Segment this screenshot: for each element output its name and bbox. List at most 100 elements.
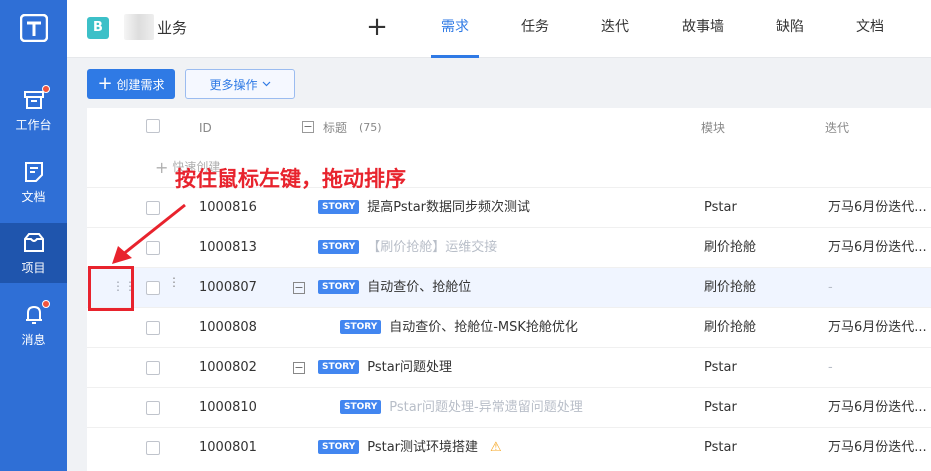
row-title[interactable]: STORY 提高Pstar数据同步频次测试	[318, 188, 530, 228]
tab-requirements[interactable]: 需求	[431, 0, 479, 58]
row-checkbox[interactable]	[146, 361, 160, 375]
tab-story-wall[interactable]: 故事墙	[671, 0, 735, 58]
left-sidebar: 工作台 文档 项目 消息	[0, 0, 67, 471]
column-iteration[interactable]: 迭代	[825, 108, 849, 148]
story-tag: STORY	[318, 279, 360, 294]
row-checkbox[interactable]	[146, 441, 160, 455]
annotation-text: 按住鼠标左键，拖动排序	[175, 167, 406, 191]
row-iteration: 万马6月份迭代...	[828, 200, 927, 215]
row-title[interactable]: STORY Pstar问题处理-异常遗留问题处理	[340, 388, 583, 428]
row-title-text: 自动查价、抢舱位-MSK抢舱优化	[389, 320, 578, 335]
row-title-text: Pstar测试环境搭建	[367, 440, 479, 455]
create-requirement-label: 创建需求	[116, 77, 165, 92]
row-title-text: Pstar问题处理-异常遗留问题处理	[389, 400, 583, 415]
more-actions-label: 更多操作	[209, 77, 258, 92]
story-tag: STORY	[318, 439, 360, 454]
sidebar-item-label: 消息	[21, 332, 46, 347]
row-title-text: 【刷价抢舱】运维交接	[367, 240, 498, 255]
title-count: (75)	[359, 121, 382, 134]
row-title-text: Pstar问题处理	[367, 360, 453, 375]
table-row[interactable]: 1000816 STORY 提高Pstar数据同步频次测试 Pstar 万马6月份…	[87, 187, 931, 227]
row-module: 刷价抢舱	[704, 280, 757, 295]
collapse-all-icon[interactable]: −	[302, 121, 314, 133]
row-title-text: 提高Pstar数据同步频次测试	[367, 200, 531, 215]
row-module: 刷价抢舱	[704, 240, 757, 255]
row-iteration: -	[828, 360, 833, 375]
plus-icon: +	[97, 73, 113, 94]
table-row[interactable]: 1000802 − STORY Pstar问题处理 Pstar -	[87, 347, 931, 387]
annotation-highlight-box	[88, 266, 134, 311]
row-iteration: 万马6月份迭代...	[828, 440, 927, 455]
row-module: Pstar	[704, 360, 737, 375]
table-header: ID − 标题 (75) 模块 迭代	[87, 108, 931, 148]
inbox-icon	[22, 84, 50, 112]
collapse-icon[interactable]: −	[293, 362, 305, 374]
row-module: Pstar	[704, 440, 737, 455]
document-icon	[22, 160, 46, 184]
sidebar-item-label: 项目	[21, 260, 46, 275]
table-row[interactable]: 1000807 − STORY 自动查价、抢舱位 刷价抢舱 -	[87, 267, 931, 307]
annotation-arrow-icon	[112, 203, 186, 264]
redacted-project-name	[124, 14, 154, 40]
sidebar-item-projects[interactable]: 项目	[0, 223, 67, 283]
row-title[interactable]: STORY 【刷价抢舱】运维交接	[318, 228, 497, 268]
row-module: Pstar	[704, 200, 737, 215]
project-name[interactable]: 业务	[157, 17, 187, 39]
tab-docs[interactable]: 文档	[846, 0, 894, 58]
row-id: 1000808	[199, 320, 257, 335]
table-row[interactable]: 1000810 STORY Pstar问题处理-异常遗留问题处理 Pstar 万马…	[87, 387, 931, 427]
project-avatar[interactable]: B	[87, 17, 109, 39]
sidebar-item-label: 文档	[21, 189, 46, 204]
chevron-down-icon	[262, 81, 270, 87]
story-tag: STORY	[318, 359, 360, 374]
row-checkbox[interactable]	[146, 321, 160, 335]
row-checkbox[interactable]	[146, 401, 160, 415]
sidebar-item-messages[interactable]: 消息	[0, 295, 67, 355]
row-title-text: 自动查价、抢舱位	[367, 280, 472, 295]
row-id: 1000813	[199, 240, 257, 255]
select-all-checkbox[interactable]	[146, 119, 160, 133]
row-title[interactable]: STORY Pstar测试环境搭建 ⚠	[318, 428, 502, 468]
row-id: 1000816	[199, 200, 257, 215]
more-actions-dropdown[interactable]: 更多操作	[185, 69, 295, 99]
notification-dot	[41, 84, 50, 93]
story-tag: STORY	[340, 399, 382, 414]
row-title[interactable]: STORY 自动查价、抢舱位-MSK抢舱优化	[340, 308, 578, 348]
notification-dot	[41, 299, 50, 308]
row-more-icon[interactable]: ⋮	[168, 276, 180, 288]
row-iteration: -	[828, 280, 833, 295]
column-module[interactable]: 模块	[701, 108, 725, 148]
row-title[interactable]: STORY 自动查价、抢舱位	[318, 268, 471, 308]
row-checkbox[interactable]	[146, 281, 160, 295]
table-row[interactable]: 1000808 STORY 自动查价、抢舱位-MSK抢舱优化 刷价抢舱 万马6月份…	[87, 307, 931, 347]
sidebar-item-workbench[interactable]: 工作台	[0, 80, 67, 140]
project-box-icon	[22, 231, 46, 255]
tab-tasks[interactable]: 任务	[511, 0, 559, 58]
row-module: 刷价抢舱	[704, 320, 757, 335]
create-requirement-button[interactable]: + 创建需求	[87, 69, 175, 99]
row-id: 1000810	[199, 400, 257, 415]
row-title[interactable]: STORY Pstar问题处理	[318, 348, 452, 388]
table-row[interactable]: 1000801 STORY Pstar测试环境搭建 ⚠ Pstar 万马6月份迭代.…	[87, 427, 931, 467]
warning-icon: ⚠	[490, 440, 502, 455]
sidebar-item-label: 工作台	[15, 117, 52, 132]
add-button[interactable]: +	[365, 12, 389, 42]
table-row[interactable]: 1000813 STORY 【刷价抢舱】运维交接 刷价抢舱 万马6月份迭代...	[87, 227, 931, 267]
bell-icon	[22, 299, 50, 327]
collapse-icon[interactable]: −	[293, 282, 305, 294]
story-tag: STORY	[318, 239, 360, 254]
app-logo-icon[interactable]	[20, 14, 48, 42]
tab-defects[interactable]: 缺陷	[766, 0, 814, 58]
sidebar-item-docs[interactable]: 文档	[0, 152, 67, 212]
row-module: Pstar	[704, 400, 737, 415]
column-title[interactable]: 标题	[323, 108, 347, 148]
row-iteration: 万马6月份迭代...	[828, 240, 927, 255]
tab-iterations[interactable]: 迭代	[591, 0, 639, 58]
plus-icon: +	[155, 158, 169, 177]
top-navigation: B 业务 + 需求 任务 迭代 故事墙 缺陷 文档	[67, 0, 931, 58]
row-id: 1000801	[199, 440, 257, 455]
story-tag: STORY	[340, 319, 382, 334]
row-id: 1000807	[199, 280, 257, 295]
column-id[interactable]: ID	[199, 108, 212, 148]
row-id: 1000802	[199, 360, 257, 375]
